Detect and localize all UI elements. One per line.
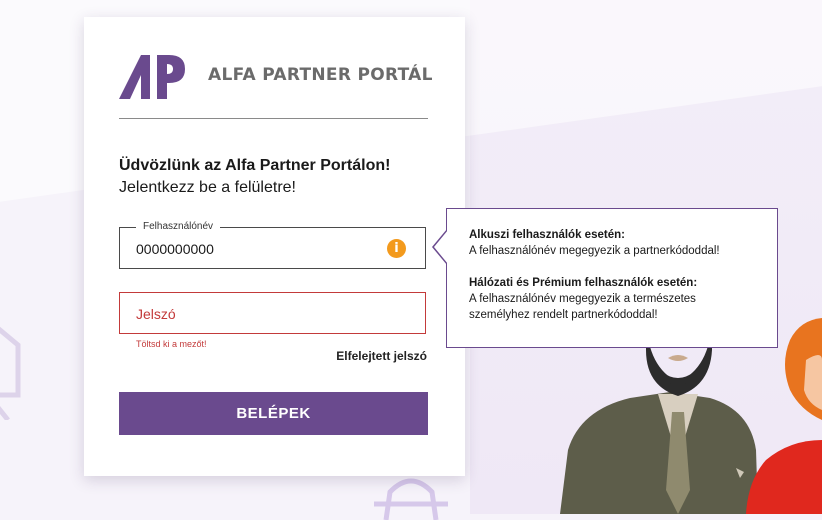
tooltip-arrow-fill [434,230,448,264]
info-icon[interactable]: i [387,239,406,258]
tooltip-network-title: Hálózati és Prémium felhasználók esetén: [469,277,698,289]
brand-name: ALFA PARTNER PORTÁL [208,65,433,85]
bell-outline-decoration [374,478,448,520]
password-field [119,292,426,334]
username-input[interactable] [136,240,376,258]
welcome-subtitle: Jelentkezz be a felületre! [119,179,296,196]
username-label: Felhasználónév [136,221,221,233]
username-info-tooltip: Alkuszi felhasználók esetén: A felhaszná… [432,208,778,348]
tooltip-broker-text: A felhasználónév megegyezik a partnerkód… [469,245,720,257]
tooltip-broker-title: Alkuszi felhasználók esetén: [469,229,625,241]
password-error-message: Töltsd ki a mezőt! [136,339,207,349]
welcome-title: Üdvözlünk az Alfa Partner Portálon! [119,157,391,174]
login-button[interactable]: BELÉPEK [119,392,428,435]
tooltip-network-text: A felhasználónév megegyezik a természete… [469,293,696,321]
forgot-password-link[interactable]: Elfelejtett jelszó [336,349,427,363]
username-field: Felhasználónév i [119,221,426,269]
house-outline-decoration [0,326,21,420]
login-card: ALFA PARTNER PORTÁL Üdvözlünk az Alfa Pa… [84,17,465,476]
header-divider [119,118,428,119]
password-input[interactable] [136,305,376,323]
alfa-partner-logo [119,55,185,99]
